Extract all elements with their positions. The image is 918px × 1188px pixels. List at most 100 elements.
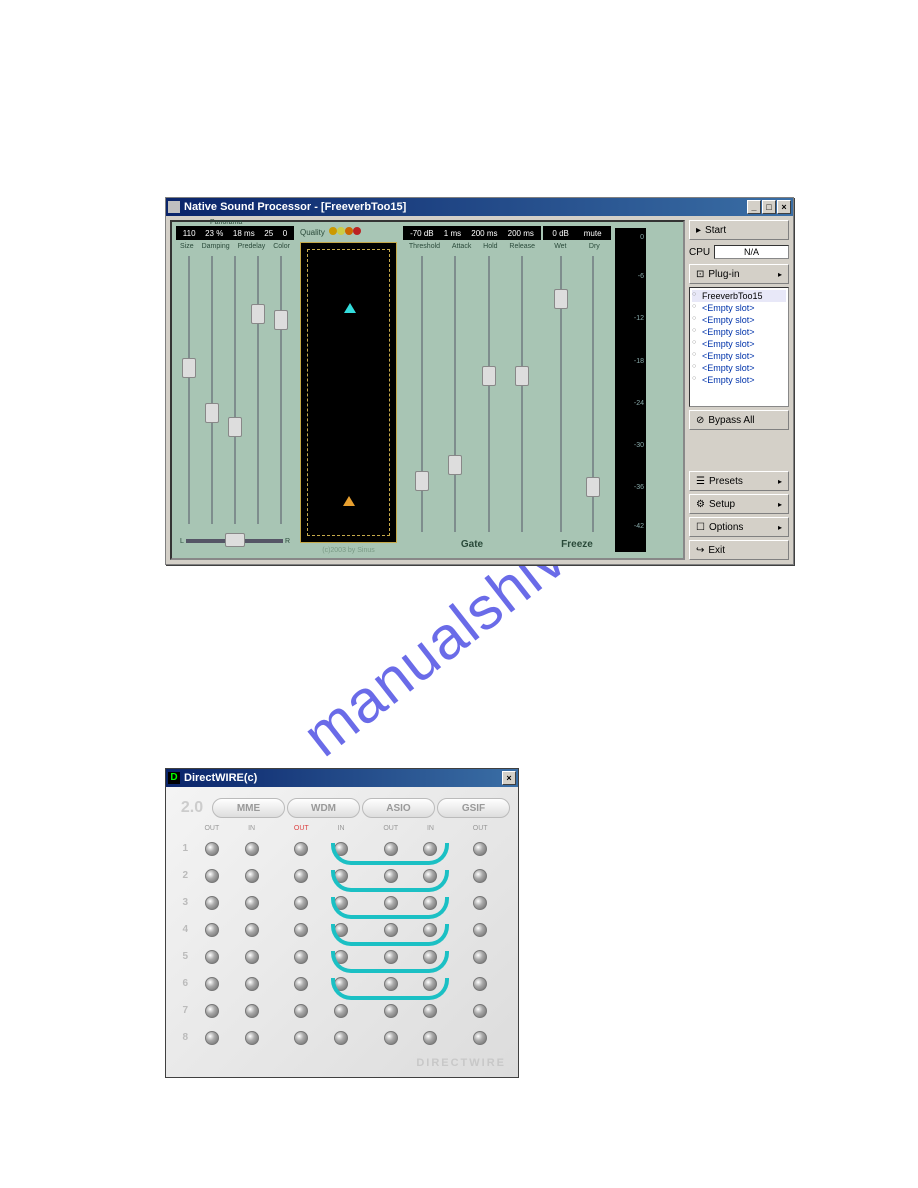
jack[interactable] [205,896,219,910]
label-release: Release [509,243,535,250]
readout-extra: 0 [283,229,287,238]
readout-wet: 0 dB [552,229,568,238]
jack[interactable] [473,1031,487,1045]
slot-item[interactable]: FreeverbToo15 [692,290,786,302]
jack[interactable] [245,869,259,883]
jack[interactable] [384,1031,398,1045]
options-button[interactable]: ☐ Options ▸ [689,517,789,537]
slider-size[interactable] [182,256,196,524]
slot-item[interactable]: <Empty slot> [692,338,786,350]
slider-hold[interactable] [482,256,496,532]
row-number: 6 [174,978,192,989]
cable[interactable] [331,870,449,892]
slider-release[interactable] [515,256,529,532]
jack[interactable] [205,842,219,856]
jack[interactable] [473,950,487,964]
jack[interactable] [245,977,259,991]
tab-mme[interactable]: MME [212,798,285,818]
plugin-credit: (c)2003 by Sinus [296,547,401,554]
slider-threshold[interactable] [415,256,429,532]
slot-item[interactable]: <Empty slot> [692,362,786,374]
close-button[interactable]: × [502,771,516,785]
jack[interactable] [294,1031,308,1045]
flame-icon [343,496,355,506]
cable[interactable] [331,843,449,865]
port-label: IN [411,825,451,832]
slot-item[interactable]: <Empty slot> [692,314,786,326]
meter-tick: -6 [638,273,644,280]
titlebar[interactable]: Native Sound Processor - [FreeverbToo15]… [166,198,793,216]
jack[interactable] [334,1004,348,1018]
slot-item[interactable]: <Empty slot> [692,374,786,386]
tab-wdm[interactable]: WDM [287,798,360,818]
jack[interactable] [294,977,308,991]
jack[interactable] [473,1004,487,1018]
tab-asio[interactable]: ASIO [362,798,435,818]
jack[interactable] [245,1031,259,1045]
jack[interactable] [473,977,487,991]
setup-button[interactable]: ⚙ Setup ▸ [689,494,789,514]
jack[interactable] [294,896,308,910]
slider-dry[interactable] [586,256,600,532]
slot-item[interactable]: <Empty slot> [692,302,786,314]
port-label: OUT [460,825,500,832]
minimize-button[interactable]: _ [747,200,761,214]
jack[interactable] [205,950,219,964]
jack[interactable] [245,842,259,856]
slot-item[interactable]: <Empty slot> [692,350,786,362]
cable[interactable] [331,951,449,973]
jack[interactable] [473,869,487,883]
jack[interactable] [294,869,308,883]
jack[interactable] [334,1031,348,1045]
cable[interactable] [331,978,449,1000]
peak-icon [344,303,356,313]
jack[interactable] [245,896,259,910]
close-button[interactable]: × [777,200,791,214]
start-button[interactable]: ▸ Start [689,220,789,240]
readout-predelay: 18 ms [233,229,255,238]
quality-icons[interactable] [329,227,361,237]
presets-button[interactable]: ☰ Presets ▸ [689,471,789,491]
chevron-right-icon: ▸ [778,477,782,486]
jack[interactable] [205,977,219,991]
slider-damping[interactable] [205,256,219,524]
jack[interactable] [245,950,259,964]
exit-button[interactable]: ↪ Exit [689,540,789,560]
directwire-window: D DirectWIRE(c) × 2.0 MME WDM ASIO GSIF … [165,768,519,1078]
slot-item[interactable]: <Empty slot> [692,326,786,338]
chevron-right-icon: ▸ [778,523,782,532]
jack[interactable] [294,923,308,937]
jack[interactable] [205,923,219,937]
row-number: 2 [174,870,192,881]
jack[interactable] [245,1004,259,1018]
cable[interactable] [331,924,449,946]
slider-color-a[interactable] [251,256,265,524]
jack[interactable] [245,923,259,937]
slider-panorama[interactable] [186,539,283,543]
setup-icon: ⚙ [696,499,705,510]
jack[interactable] [384,1004,398,1018]
slider-color-b[interactable] [274,256,288,524]
maximize-button[interactable]: □ [762,200,776,214]
slider-attack[interactable] [448,256,462,532]
jack[interactable] [205,869,219,883]
meter-tick: 0 [640,234,644,241]
jack[interactable] [473,842,487,856]
jack[interactable] [473,896,487,910]
jack[interactable] [294,842,308,856]
jack[interactable] [205,1031,219,1045]
tab-gsif[interactable]: GSIF [437,798,510,818]
plugin-button[interactable]: ⊡ Plug-in ▸ [689,264,789,284]
slider-predelay[interactable] [228,256,242,524]
titlebar[interactable]: D DirectWIRE(c) × [166,769,518,787]
slot-list[interactable]: FreeverbToo15 <Empty slot> <Empty slot> … [689,287,789,407]
jack[interactable] [423,1004,437,1018]
jack[interactable] [473,923,487,937]
bypass-all-button[interactable]: ⊘ Bypass All [689,410,789,430]
jack[interactable] [423,1031,437,1045]
cable[interactable] [331,897,449,919]
jack[interactable] [205,1004,219,1018]
slider-wet[interactable] [554,256,568,532]
jack[interactable] [294,950,308,964]
jack[interactable] [294,1004,308,1018]
